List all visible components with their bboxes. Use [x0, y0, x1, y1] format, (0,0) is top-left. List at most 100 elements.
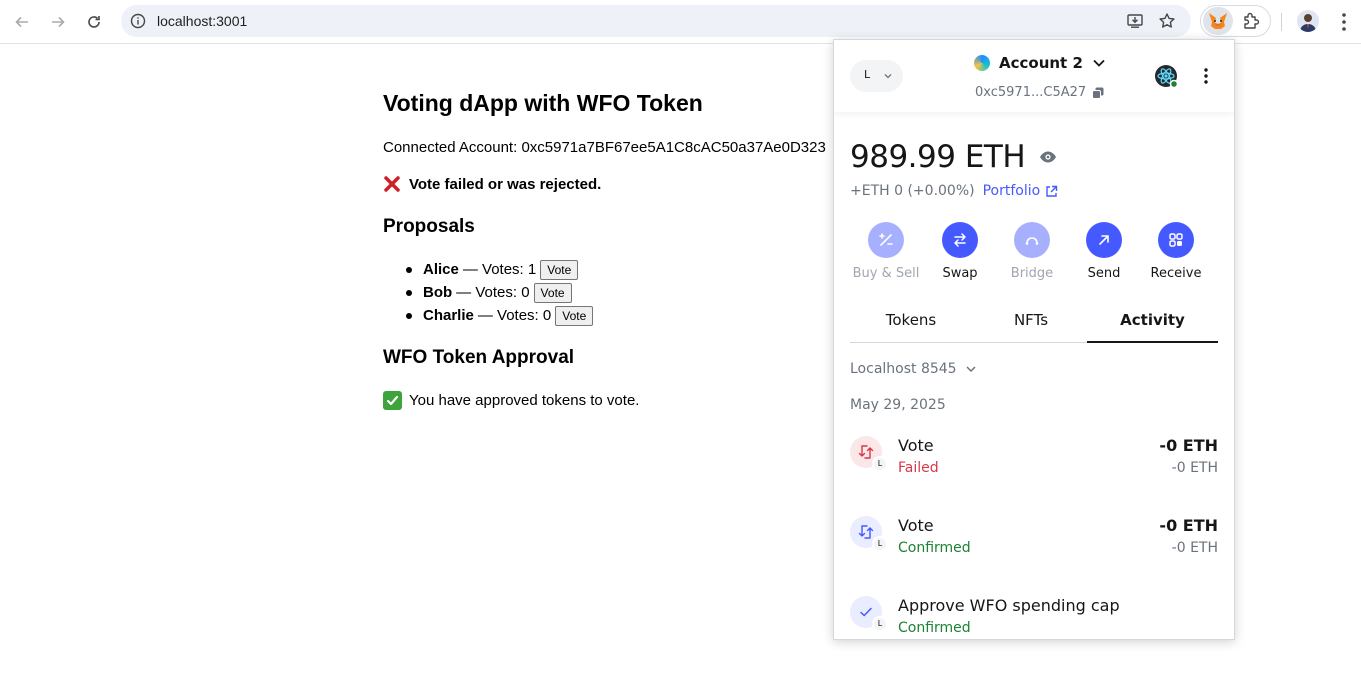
metamask-popup: L Account 2 0xc5971...C5A27 989.99 ETH +… [833, 39, 1235, 640]
proposal-item: Alice — Votes: 1 Vote [405, 258, 593, 281]
url-text[interactable]: localhost:3001 [157, 13, 247, 29]
profile-avatar[interactable] [1297, 10, 1319, 32]
chevron-down-icon [1093, 59, 1105, 67]
network-badge: L [872, 536, 888, 552]
vote-button-bob[interactable]: Vote [533, 282, 572, 303]
proposal-item: Charlie — Votes: 0 Vote [405, 304, 594, 327]
chevron-down-icon [884, 74, 892, 79]
proposals-list: Alice — Votes: 1 Vote Bob — Votes: 0 Vot… [405, 258, 594, 327]
site-info-icon[interactable] [129, 12, 147, 30]
network-picker[interactable]: L [850, 60, 903, 92]
network-badge: L [872, 456, 888, 472]
activity-item[interactable]: L Vote Confirmed -0 ETH -0 ETH [850, 516, 1218, 566]
chevron-down-icon [966, 366, 976, 373]
approval-heading: WFO Token Approval [383, 347, 575, 368]
network-filter[interactable]: Localhost 8545 [850, 361, 977, 377]
activity-item[interactable]: L Vote Failed -0 ETH -0 ETH [850, 436, 1218, 486]
connected-account-address: 0xc5971a7BF67ee5A1C8cAC50a37Ae0D323 [521, 139, 826, 156]
profile-person-icon [1300, 14, 1316, 32]
buy-sell-label: Buy & Sell [852, 266, 920, 281]
vote-button-charlie[interactable]: Vote [555, 305, 594, 326]
activity-amount-secondary: -0 ETH [1171, 460, 1218, 476]
proposal-votes: — Votes: 0 [477, 307, 552, 324]
activity-amount: -0 ETH [1159, 436, 1218, 455]
wallet-menu-icon[interactable] [1198, 66, 1214, 86]
back-button[interactable] [10, 10, 34, 34]
activity-title: Approve WFO spending cap [898, 596, 1120, 615]
wallet-tabs: Tokens NFTs Activity [850, 305, 1218, 343]
balance-value: 989.99 ETH [850, 139, 1026, 175]
connected-account: Connected Account: 0xc5971a7BF67ee5A1C8c… [383, 139, 826, 156]
external-link-icon[interactable] [1045, 185, 1058, 198]
activity-title: Vote [898, 436, 934, 455]
bridge-icon [1014, 222, 1050, 258]
swap-button[interactable]: Swap [924, 222, 996, 281]
proposal-votes: — Votes: 1 [462, 261, 537, 278]
eye-icon[interactable] [1039, 150, 1057, 164]
toolbar-separator [1281, 13, 1282, 31]
browser-toolbar: localhost:3001 [0, 0, 1361, 44]
address-bar[interactable]: localhost:3001 [121, 5, 1191, 37]
account-name: Account 2 [999, 54, 1083, 72]
connected-site-icon[interactable] [1154, 64, 1178, 88]
receive-label: Receive [1150, 266, 1202, 281]
account-address-text: 0xc5971...C5A27 [975, 85, 1087, 100]
send-button[interactable]: Send [1068, 222, 1140, 281]
wallet-actions: Buy & Sell Swap Bridge Send Receive [850, 222, 1218, 282]
forward-button[interactable] [46, 10, 70, 34]
tab-tokens[interactable]: Tokens [850, 305, 972, 343]
swap-icon [942, 222, 978, 258]
extensions-area [1200, 5, 1271, 37]
proposal-name: Charlie [423, 307, 474, 324]
metamask-fox-icon [1209, 13, 1227, 29]
swap-label: Swap [942, 266, 978, 281]
check-mark-icon [383, 391, 402, 410]
activity-date: May 29, 2025 [850, 397, 946, 413]
tab-activity[interactable]: Activity [1087, 305, 1218, 343]
wallet-balance: 989.99 ETH [850, 139, 1057, 175]
bridge-button[interactable]: Bridge [996, 222, 1068, 281]
balance-change-text: +ETH 0 (+0.00%) [850, 183, 975, 199]
install-app-icon[interactable] [1126, 12, 1144, 30]
buy-sell-button[interactable]: Buy & Sell [850, 222, 922, 281]
back-arrow-icon [15, 16, 28, 28]
receive-icon [1158, 222, 1194, 258]
network-letter: L [864, 68, 871, 81]
account-address[interactable]: 0xc5971...C5A27 [975, 85, 1104, 100]
activity-item[interactable]: L Approve WFO spending cap Confirmed [850, 596, 1218, 639]
bookmark-star-icon[interactable] [1158, 12, 1176, 30]
extensions-puzzle-icon[interactable] [1241, 11, 1261, 31]
activity-amount: -0 ETH [1159, 516, 1218, 535]
page-title: Voting dApp with WFO Token [383, 90, 703, 116]
account-avatar-icon [974, 55, 990, 71]
activity-status: Confirmed [898, 620, 971, 636]
approval-status: You have approved tokens to vote. [383, 391, 639, 410]
activity-status: Failed [898, 460, 939, 476]
vote-button-alice[interactable]: Vote [540, 259, 579, 280]
portfolio-link[interactable]: Portfolio [983, 183, 1041, 199]
account-picker[interactable]: Account 2 [974, 54, 1106, 72]
forward-arrow-icon [52, 16, 65, 28]
metamask-extension-button[interactable] [1203, 7, 1233, 35]
proposal-name: Bob [423, 284, 453, 301]
receive-button[interactable]: Receive [1140, 222, 1212, 281]
connected-account-label: Connected Account: [383, 139, 522, 156]
vote-status-text: Vote failed or was rejected. [409, 175, 602, 193]
cross-mark-icon [384, 176, 400, 192]
tab-nfts[interactable]: NFTs [970, 305, 1092, 343]
balance-change: +ETH 0 (+0.00%) Portfolio [850, 183, 1058, 199]
network-badge: L [872, 616, 888, 632]
proposal-votes: — Votes: 0 [456, 284, 530, 301]
proposal-name: Alice [423, 261, 459, 278]
network-filter-label: Localhost 8545 [850, 361, 957, 377]
proposals-heading: Proposals [383, 216, 475, 237]
activity-title: Vote [898, 516, 934, 535]
browser-menu-icon[interactable] [1334, 11, 1354, 33]
wallet-header: L Account 2 0xc5971...C5A27 [834, 40, 1234, 112]
approval-status-text: You have approved tokens to vote. [409, 392, 640, 409]
send-label: Send [1087, 266, 1121, 281]
copy-icon[interactable] [1092, 87, 1104, 99]
vote-status-message: Vote failed or was rejected. [383, 175, 601, 193]
reload-button[interactable] [82, 10, 106, 34]
buy-sell-icon [868, 222, 904, 258]
